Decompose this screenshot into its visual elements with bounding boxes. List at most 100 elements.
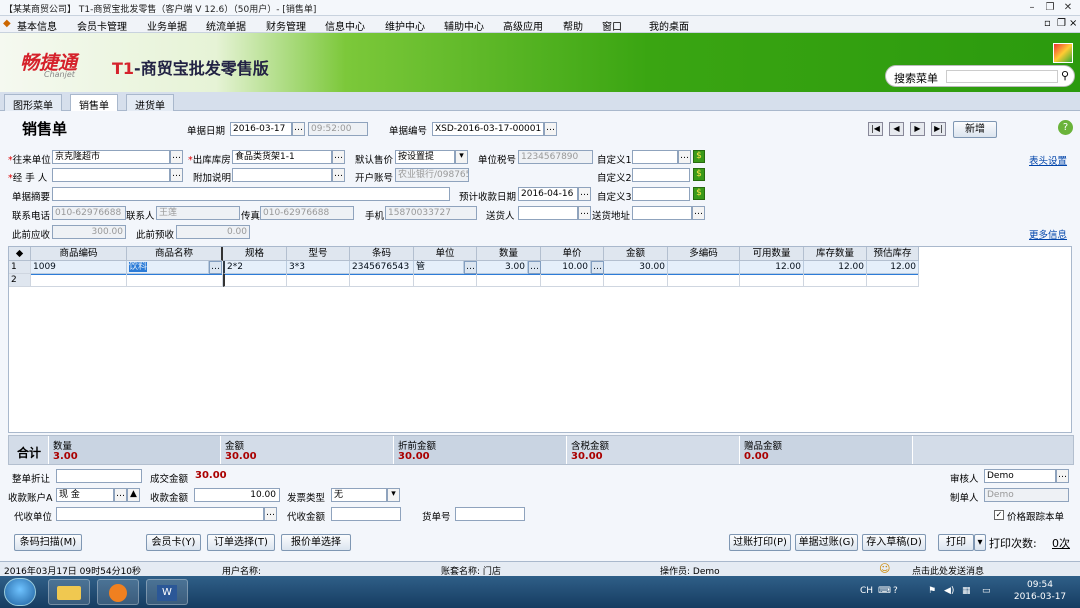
invoice-select[interactable]: 无 <box>331 488 387 502</box>
col-header-stock[interactable]: 库存数量 <box>804 247 867 261</box>
first-record-icon[interactable]: |◀ <box>868 122 883 136</box>
col-header-code[interactable]: 商品编码 <box>31 247 127 261</box>
custom3-add-icon[interactable]: $ <box>693 187 705 200</box>
col-header-multicode[interactable]: 多编码 <box>668 247 740 261</box>
cell-stock[interactable] <box>804 274 867 287</box>
tab-sales-bill[interactable]: 销售单 <box>70 94 118 112</box>
next-record-icon[interactable]: ▶ <box>910 122 925 136</box>
invoice-dropdown-icon[interactable]: ▾ <box>387 488 400 502</box>
contact-input[interactable]: 王莲 <box>156 206 240 220</box>
auditor-select-button[interactable]: … <box>1056 469 1069 483</box>
cargo-input[interactable] <box>455 507 525 521</box>
menu-my-desktop[interactable]: 我的桌面 <box>649 18 689 33</box>
new-button[interactable]: 新增 <box>953 121 997 138</box>
cell-unit-select-button[interactable]: … <box>464 261 477 274</box>
extra-select-button[interactable]: … <box>332 168 345 182</box>
auditor-input[interactable]: Demo <box>984 469 1056 483</box>
cell-unit[interactable] <box>414 274 477 287</box>
recv-account-input[interactable]: 现 金 <box>56 488 114 502</box>
post-print-button[interactable]: 过账打印(P) <box>729 534 791 551</box>
cell-estimate[interactable]: 12.00 <box>867 261 919 274</box>
quote-select-button[interactable]: 报价单选择 <box>281 534 351 551</box>
agent-amount-input[interactable] <box>331 507 401 521</box>
language-indicator[interactable]: CH <box>860 586 873 596</box>
order-select-button[interactable]: 订单选择(T) <box>207 534 275 551</box>
header-settings-link[interactable]: 表头设置 <box>1029 153 1067 167</box>
customer-select-button[interactable]: … <box>170 150 183 164</box>
barcode-scan-button[interactable]: 条码扫描(M) <box>14 534 82 551</box>
menu-help[interactable]: 帮助 <box>563 18 583 33</box>
cell-name[interactable]: 饮料 <box>127 261 209 274</box>
custom1-input[interactable] <box>632 150 678 164</box>
network-icon[interactable]: ▦ <box>962 586 971 596</box>
system-clock[interactable]: 09:54 2016-03-17 <box>1010 579 1070 603</box>
cell-amount[interactable] <box>604 274 668 287</box>
warehouse-input[interactable]: 食品类货架1-1 <box>232 150 332 164</box>
cell-code[interactable] <box>31 274 127 287</box>
cell-qty-select-button[interactable]: … <box>528 261 541 274</box>
handler-select-button[interactable]: … <box>170 168 183 182</box>
menu-member-card[interactable]: 会员卡管理 <box>77 18 127 33</box>
mobile-input[interactable]: 15870033727 <box>385 206 477 220</box>
post-bill-button[interactable]: 单据过账(G) <box>795 534 858 551</box>
mdi-close-icon[interactable]: × <box>1069 18 1077 29</box>
handler-input[interactable] <box>52 168 170 182</box>
cell-barcode[interactable]: 2345676543 <box>350 261 414 274</box>
address-input[interactable] <box>632 206 692 220</box>
menu-search-input[interactable] <box>946 70 1058 83</box>
menu-info-center[interactable]: 信息中心 <box>325 18 365 33</box>
customer-input[interactable]: 京克隆超市 <box>52 150 170 164</box>
col-header-available[interactable]: 可用数量 <box>740 247 804 261</box>
cell-model[interactable]: 3*3 <box>287 261 350 274</box>
deliverer-select-button[interactable]: … <box>578 206 591 220</box>
start-button-icon[interactable] <box>4 578 36 606</box>
cell-stock[interactable]: 12.00 <box>804 261 867 274</box>
custom2-input[interactable] <box>632 168 690 182</box>
cell-multicode[interactable] <box>668 261 740 274</box>
mdi-minimize-icon[interactable]: ▫ <box>1044 18 1051 29</box>
col-header-spec[interactable]: 规格 <box>223 247 287 261</box>
due-picker-button[interactable]: … <box>578 187 591 201</box>
explorer-taskbar-icon[interactable] <box>48 579 90 605</box>
col-header-name[interactable]: 商品名称 <box>127 247 223 261</box>
ime-help-icon[interactable]: ? <box>893 586 898 596</box>
volume-icon[interactable]: ◀) <box>944 586 954 596</box>
cell-name-select-button[interactable]: … <box>209 261 222 274</box>
cell-unit[interactable]: 管 <box>414 261 464 274</box>
cell-available[interactable] <box>740 274 804 287</box>
prev-record-icon[interactable]: ◀ <box>889 122 904 136</box>
deliverer-input[interactable] <box>518 206 578 220</box>
col-header-price[interactable]: 单价 <box>541 247 604 261</box>
menu-assist-center[interactable]: 辅助中心 <box>444 18 484 33</box>
member-card-button[interactable]: 会员卡(Y) <box>146 534 201 551</box>
fax-input[interactable]: 010-62976688 <box>260 206 354 220</box>
custom1-select-button[interactable]: … <box>678 150 691 164</box>
maker-input[interactable]: Demo <box>984 488 1069 502</box>
col-header-estimate[interactable]: 预估库存 <box>867 247 919 261</box>
restore-icon[interactable]: ❐ <box>1042 1 1058 14</box>
prev-receivable-input[interactable]: 300.00 <box>52 225 126 239</box>
keyboard-icon[interactable]: ⌨ <box>878 586 891 596</box>
cell-price[interactable]: 10.00 <box>541 261 591 274</box>
prev-advance-input[interactable]: 0.00 <box>176 225 250 239</box>
recv-account-expand-icon[interactable]: ▲ <box>127 488 140 502</box>
menu-finance[interactable]: 财务管理 <box>266 18 306 33</box>
col-header-qty[interactable]: 数量 <box>477 247 541 261</box>
date-picker-button[interactable]: … <box>292 122 305 136</box>
tab-purchase-bill[interactable]: 进货单 <box>126 94 174 112</box>
billno-select-button[interactable]: … <box>544 122 557 136</box>
cell-barcode[interactable] <box>350 274 414 287</box>
col-header-amount[interactable]: 金额 <box>604 247 668 261</box>
cell-available[interactable]: 12.00 <box>740 261 804 274</box>
recv-account-select-button[interactable]: … <box>114 488 127 502</box>
agent-select-button[interactable]: … <box>264 507 277 521</box>
summary-input[interactable] <box>52 187 450 201</box>
taxno-input[interactable]: 1234567890 <box>518 150 593 164</box>
help-icon[interactable]: ? <box>1058 120 1073 135</box>
agent-input[interactable] <box>56 507 264 521</box>
cell-multicode[interactable] <box>668 274 740 287</box>
custom3-input[interactable] <box>632 187 690 201</box>
items-grid[interactable]: ◆ 商品编码 商品名称 规格 型号 条码 单位 数量 单价 金额 多编码 可用数… <box>8 246 1072 433</box>
time-input[interactable]: 09:52:00 <box>308 122 368 136</box>
tab-graphic-menu[interactable]: 图形菜单 <box>4 94 62 112</box>
